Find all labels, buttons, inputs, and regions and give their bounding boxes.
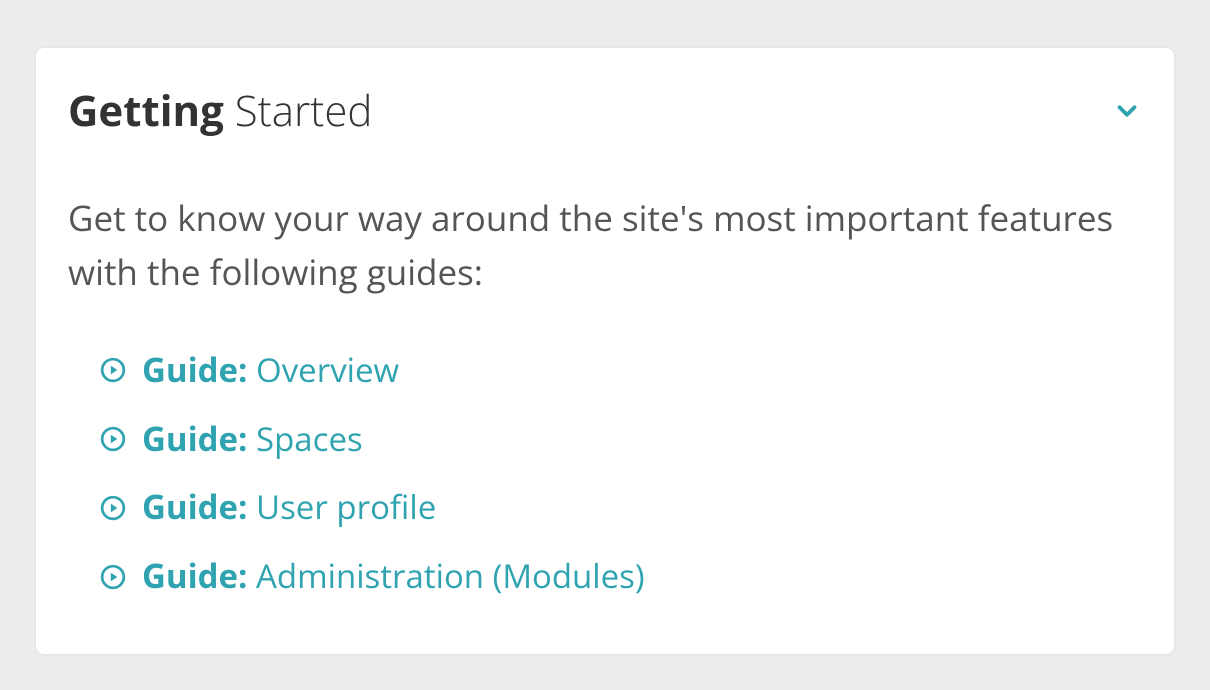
guide-prefix: Guide: (142, 553, 247, 598)
play-circle-icon (100, 564, 126, 590)
guide-link-administration[interactable]: Guide: Administration (Modules) (100, 555, 1142, 598)
guide-link-user-profile[interactable]: Guide: User profile (100, 486, 1142, 529)
play-circle-icon (100, 357, 126, 383)
guide-prefix: Guide: (142, 484, 247, 529)
chevron-down-icon[interactable] (1112, 96, 1142, 126)
panel-heading: Getting Started (68, 88, 1142, 134)
play-circle-icon (100, 495, 126, 521)
guide-title: User profile (247, 484, 436, 529)
panel-description: Get to know your way around the site's m… (68, 192, 1142, 301)
guide-text: Guide: Spaces (142, 418, 363, 461)
guide-text: Guide: User profile (142, 486, 436, 529)
guide-title: Overview (247, 347, 399, 392)
guide-title: Administration (Modules) (247, 553, 644, 598)
play-circle-icon (100, 426, 126, 452)
guide-prefix: Guide: (142, 347, 247, 392)
guide-list: Guide: Overview Guide: Spaces Guide: Use… (68, 349, 1142, 599)
panel-title-bold: Getting (68, 82, 224, 139)
guide-title: Spaces (247, 416, 362, 461)
guide-prefix: Guide: (142, 416, 247, 461)
guide-link-spaces[interactable]: Guide: Spaces (100, 418, 1142, 461)
getting-started-panel: Getting Started Get to know your way aro… (36, 48, 1174, 654)
guide-text: Guide: Overview (142, 349, 399, 392)
panel-title-light: Started (224, 82, 373, 139)
panel-title: Getting Started (68, 88, 372, 134)
guide-text: Guide: Administration (Modules) (142, 555, 645, 598)
guide-link-overview[interactable]: Guide: Overview (100, 349, 1142, 392)
